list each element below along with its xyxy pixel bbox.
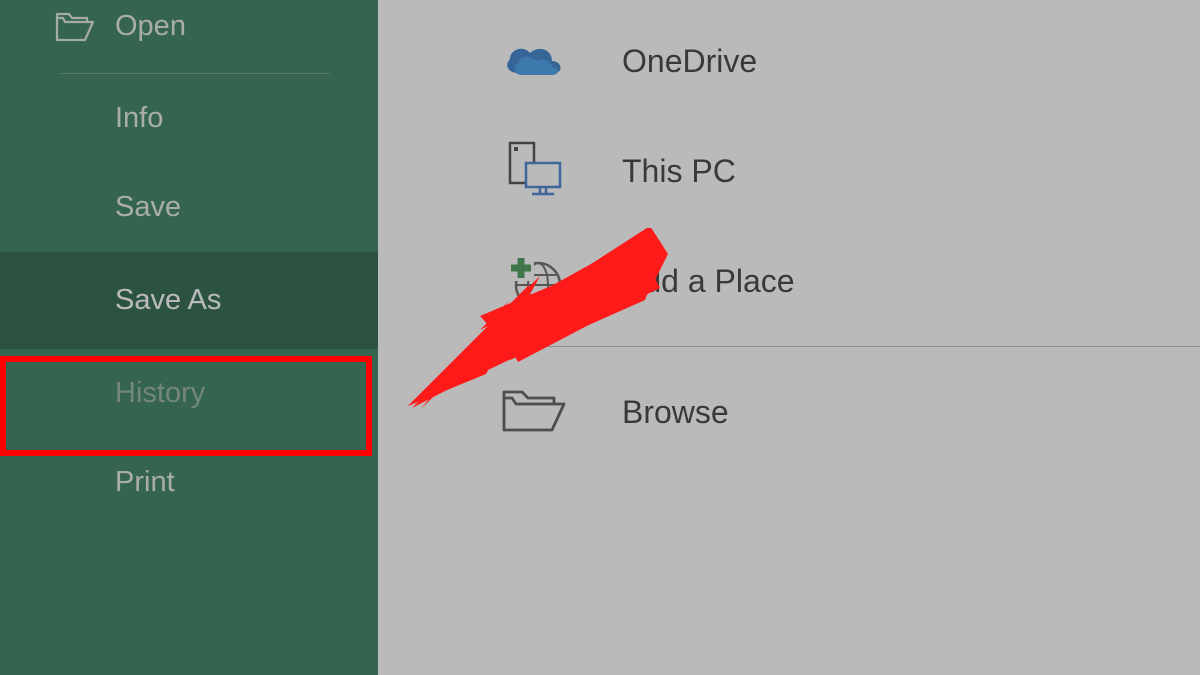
sidebar-item-label: Save As xyxy=(115,284,221,316)
sidebar-item-print[interactable]: Print xyxy=(0,438,378,527)
sidebar-item-label: Open xyxy=(115,10,186,43)
location-label: OneDrive xyxy=(622,43,757,80)
sidebar-item-history[interactable]: History xyxy=(0,349,378,438)
sidebar-item-info[interactable]: Info xyxy=(0,74,378,163)
location-thispc[interactable]: This PC xyxy=(378,116,1200,226)
location-label: Browse xyxy=(622,394,729,431)
sidebar-item-label: Info xyxy=(115,102,163,134)
sidebar-item-save[interactable]: Save xyxy=(0,163,378,252)
sidebar-item-open[interactable]: Open xyxy=(0,0,378,73)
sidebar-item-label: Print xyxy=(115,466,175,498)
location-list: OneDrive This PC xyxy=(378,0,1200,467)
this-pc-icon xyxy=(498,135,570,207)
folder-open-icon xyxy=(55,10,95,52)
add-place-icon xyxy=(498,245,570,317)
location-browse[interactable]: Browse xyxy=(378,357,1200,467)
location-label: This PC xyxy=(622,153,736,190)
location-onedrive[interactable]: OneDrive xyxy=(378,6,1200,116)
location-addplace[interactable]: Add a Place xyxy=(378,226,1200,336)
sidebar-item-label: History xyxy=(115,377,205,409)
sidebar-item-label: Save xyxy=(115,191,181,223)
save-locations-panel: OneDrive This PC xyxy=(378,0,1200,675)
onedrive-icon xyxy=(498,25,570,97)
locations-divider xyxy=(478,346,1200,347)
location-label: Add a Place xyxy=(622,263,795,300)
browse-folder-icon xyxy=(498,376,570,448)
file-menu-sidebar: Open Info Save Save As History Print xyxy=(0,0,378,675)
sidebar-item-saveas[interactable]: Save As xyxy=(0,252,378,349)
